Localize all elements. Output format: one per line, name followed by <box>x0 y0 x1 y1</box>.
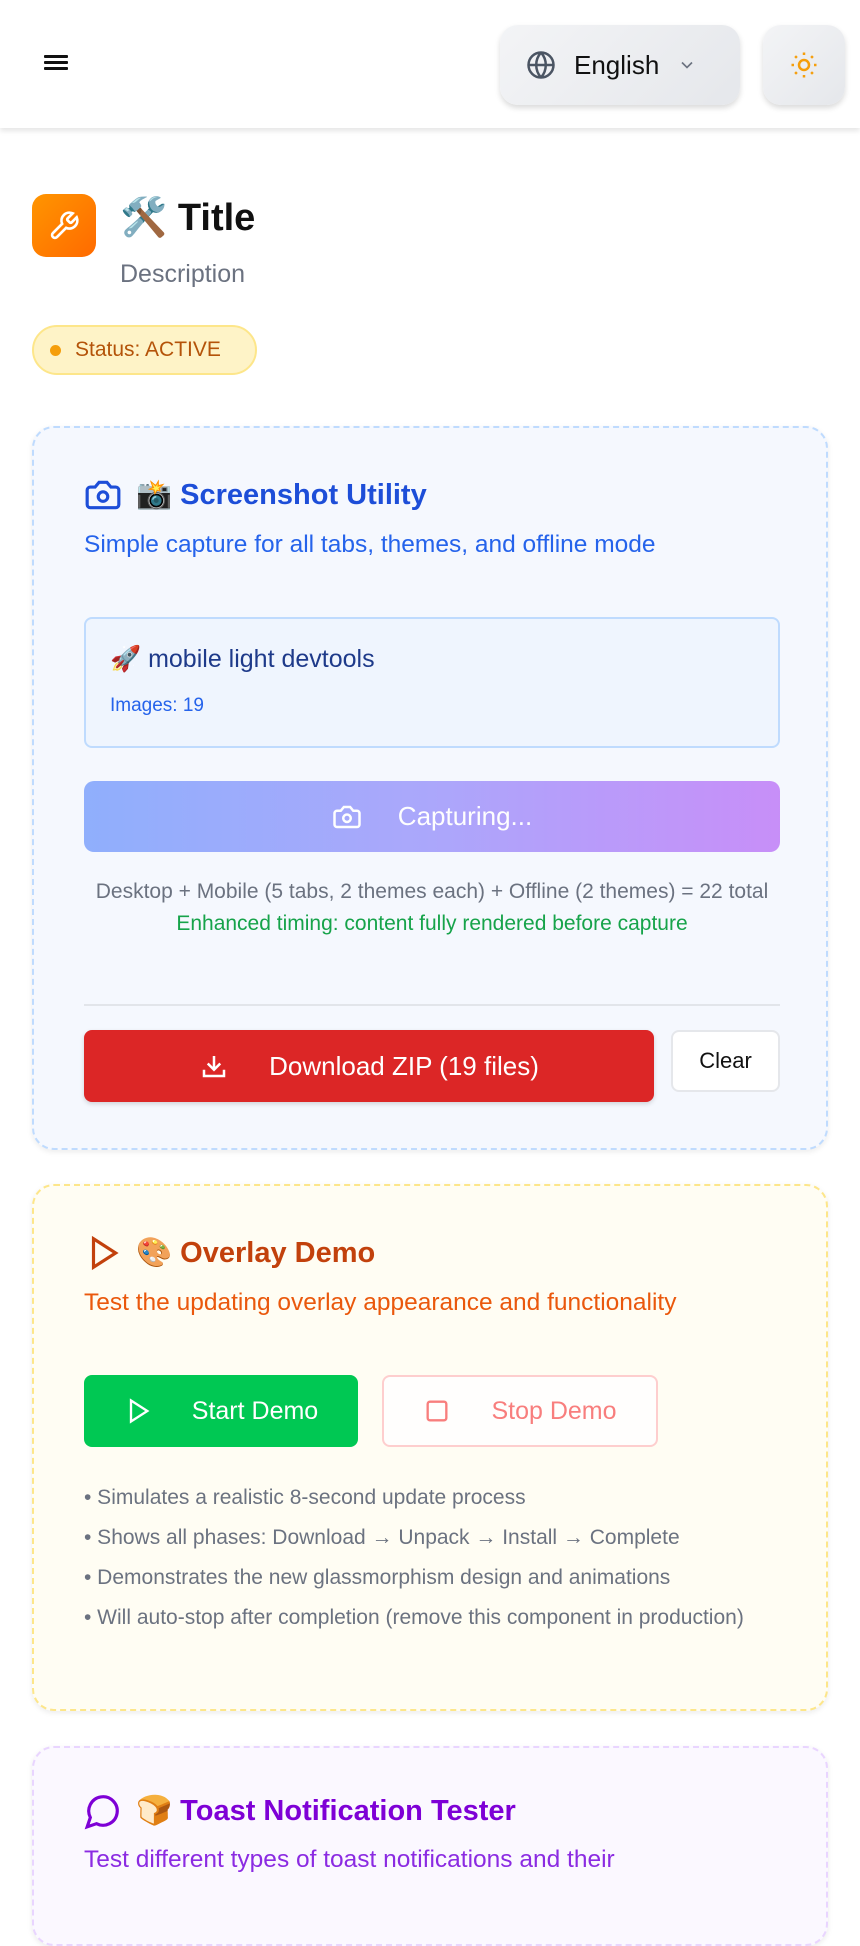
chevron-down-icon <box>681 61 693 69</box>
stop-demo-button[interactable]: Stop Demo <box>382 1375 658 1447</box>
toast-title: 🍞 Toast Notification Tester <box>84 1792 516 1830</box>
overlay-notes: • Simulates a realistic 8-second update … <box>84 1478 784 1634</box>
start-demo-button[interactable]: Start Demo <box>84 1375 358 1447</box>
screenshot-subtitle: Simple capture for all tabs, themes, and… <box>84 531 656 558</box>
stop-demo-label: Stop Demo <box>491 1396 617 1425</box>
capture-info-text: Desktop + Mobile (5 tabs, 2 themes each)… <box>95 880 769 903</box>
toast-subtitle: Test different types of toast notificati… <box>84 1846 615 1873</box>
screenshot-title-text: 📸 Screenshot Utility <box>136 479 427 511</box>
screenshot-title: 📸 Screenshot Utility <box>84 476 427 514</box>
current-capture: 🚀 mobile light devtools <box>110 645 375 673</box>
capture-label: Capturing... <box>397 801 533 831</box>
screenshot-utility-card: 📸 Screenshot Utility Simple capture for … <box>32 426 828 1150</box>
status-text: Status: ACTIVE <box>75 338 221 361</box>
download-icon <box>202 1056 226 1078</box>
message-circle-icon <box>84 1795 119 1830</box>
top-bar: English <box>0 0 860 128</box>
camera-icon <box>333 805 361 828</box>
start-demo-label: Start Demo <box>191 1396 319 1425</box>
toast-tester-card: 🍞 Toast Notification Tester Test differe… <box>32 1746 828 1946</box>
language-label: English <box>574 49 660 80</box>
overlay-demo-card: 🎨 Overlay Demo Test the updating overlay… <box>32 1184 828 1711</box>
capture-info: Desktop + Mobile (5 tabs, 2 themes each)… <box>84 876 780 940</box>
toast-title-text: 🍞 Toast Notification Tester <box>136 1795 516 1827</box>
wrench-logo-icon <box>32 194 96 257</box>
page-description: Description <box>120 260 246 288</box>
camera-icon <box>85 480 121 510</box>
language-selector[interactable]: English <box>500 25 740 105</box>
page-title: 🛠️ Title <box>120 197 256 239</box>
globe-icon <box>527 51 555 79</box>
play-icon <box>91 1235 119 1271</box>
download-label: Download ZIP (19 files) <box>269 1050 539 1081</box>
timing-note: Enhanced timing: content fully rendered … <box>176 912 688 935</box>
clear-button[interactable]: Clear <box>671 1030 780 1092</box>
status-dot-icon <box>50 344 61 356</box>
list-item: • Simulates a realistic 8-second update … <box>84 1486 526 1509</box>
overlay-title: 🎨 Overlay Demo <box>84 1234 375 1272</box>
overlay-title-text: 🎨 Overlay Demo <box>136 1237 376 1269</box>
capture-status-box: 🚀 mobile light devtools Images: 19 <box>84 617 780 748</box>
divider <box>84 1004 780 1006</box>
overlay-subtitle: Test the updating overlay appearance and… <box>84 1289 677 1316</box>
stop-icon <box>426 1400 448 1422</box>
play-icon <box>129 1398 150 1424</box>
theme-toggle-button[interactable] <box>763 25 845 105</box>
sun-icon <box>791 52 817 78</box>
images-count: Images: 19 <box>110 695 204 716</box>
list-item: • Demonstrates the new glassmorphism des… <box>84 1566 671 1589</box>
capture-button[interactable]: Capturing... <box>84 781 780 852</box>
status-badge: Status: ACTIVE <box>32 325 257 375</box>
download-zip-button[interactable]: Download ZIP (19 files) <box>84 1030 654 1102</box>
hamburger-icon[interactable] <box>44 52 68 74</box>
list-item: • Shows all phases: Download → Unpack → … <box>84 1526 680 1549</box>
list-item: • Will auto-stop after completion (remov… <box>84 1606 744 1629</box>
